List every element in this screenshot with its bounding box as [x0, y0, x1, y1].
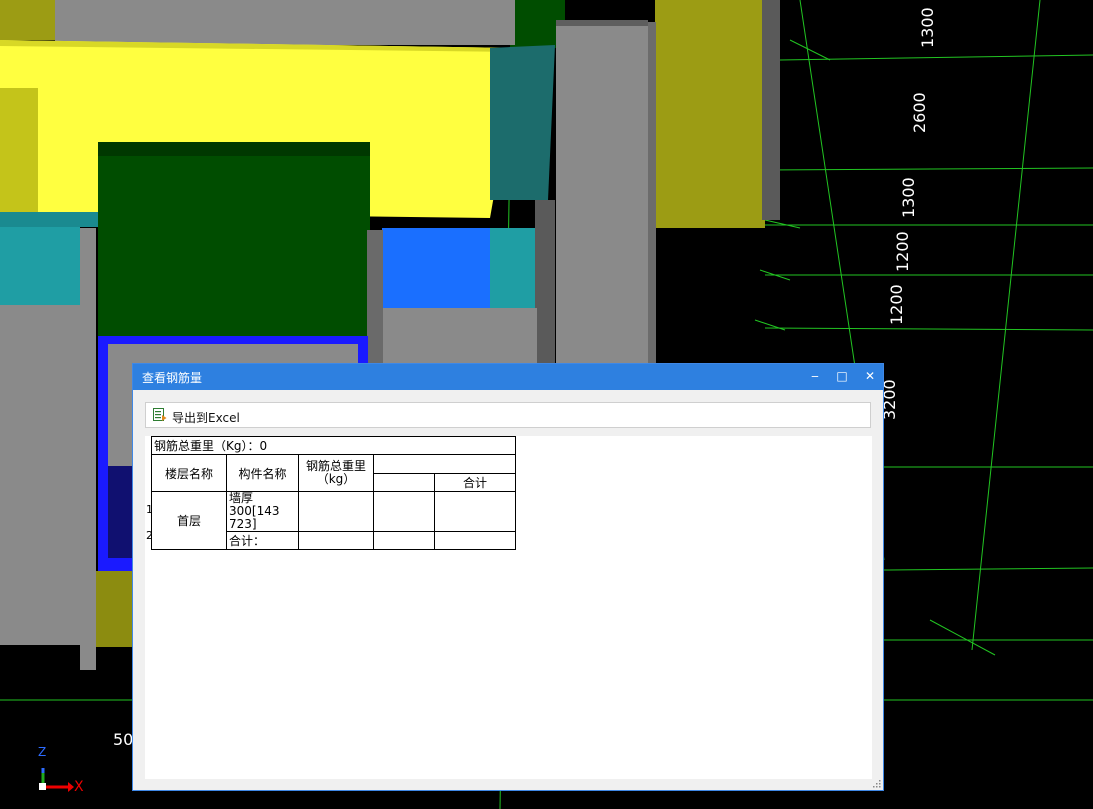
component-cell: 墙厚300[143 723]	[226, 491, 299, 532]
export-excel-label: 导出到Excel	[172, 411, 240, 425]
total-weight-cell: 钢筋总重里（Kg）：0	[151, 436, 516, 455]
minimize-button[interactable]: ‒	[806, 368, 824, 385]
excel-icon	[153, 408, 167, 421]
close-button[interactable]: ✕	[861, 368, 879, 385]
view-rebar-quantity-dialog: 查看钢筋量 ‒ □ ✕ 导出到Excel 1 2 钢筋总重里（Kg）：0 楼层名…	[132, 363, 884, 791]
header-subtotal: 合计	[434, 473, 516, 492]
sum-label-cell: 合计：	[226, 531, 299, 550]
component-line1: 墙厚300[143	[229, 491, 280, 518]
header-total-weight-line2: （kg）	[316, 472, 356, 486]
grid-label: 1200	[887, 284, 906, 325]
resize-grip-icon[interactable]	[873, 780, 881, 788]
subtotal-cell	[434, 531, 516, 550]
axis-value-label: 50	[113, 730, 134, 749]
header-total-weight: 钢筋总重里 （kg）	[298, 454, 374, 492]
header-empty-cell	[373, 473, 435, 492]
dialog-titlebar[interactable]: 查看钢筋量 ‒ □ ✕	[133, 364, 883, 390]
maximize-button[interactable]: □	[833, 368, 851, 385]
dialog-title: 查看钢筋量	[142, 371, 203, 385]
axis-z-label: Z	[38, 745, 47, 759]
report-content[interactable]: 1 2 钢筋总重里（Kg）：0 楼层名称 构件名称 钢筋总重里 （kg） 合计 …	[145, 436, 872, 779]
grid-label: 2600	[910, 92, 929, 133]
weight-cell	[298, 491, 374, 532]
grid-label: 1300	[918, 7, 937, 48]
header-group-empty	[373, 454, 516, 474]
grid-label: 1200	[893, 231, 912, 272]
component-line2: 723]	[229, 517, 257, 531]
rebar-table: 钢筋总重里（Kg）：0 楼层名称 构件名称 钢筋总重里 （kg） 合计 首层 墙…	[151, 436, 516, 550]
dialog-toolbar: 导出到Excel	[145, 402, 871, 428]
subtotal-cell	[434, 491, 516, 532]
weight-cell	[298, 531, 374, 550]
floor-cell: 首层	[151, 491, 227, 550]
header-component-name: 构件名称	[226, 454, 299, 492]
header-floor-name: 楼层名称	[151, 454, 227, 492]
grid-label: 1300	[899, 177, 918, 218]
empty-cell	[373, 491, 435, 532]
empty-cell	[373, 531, 435, 550]
export-excel-button[interactable]: 导出到Excel	[146, 403, 246, 427]
axis-x-label: X	[74, 779, 84, 795]
